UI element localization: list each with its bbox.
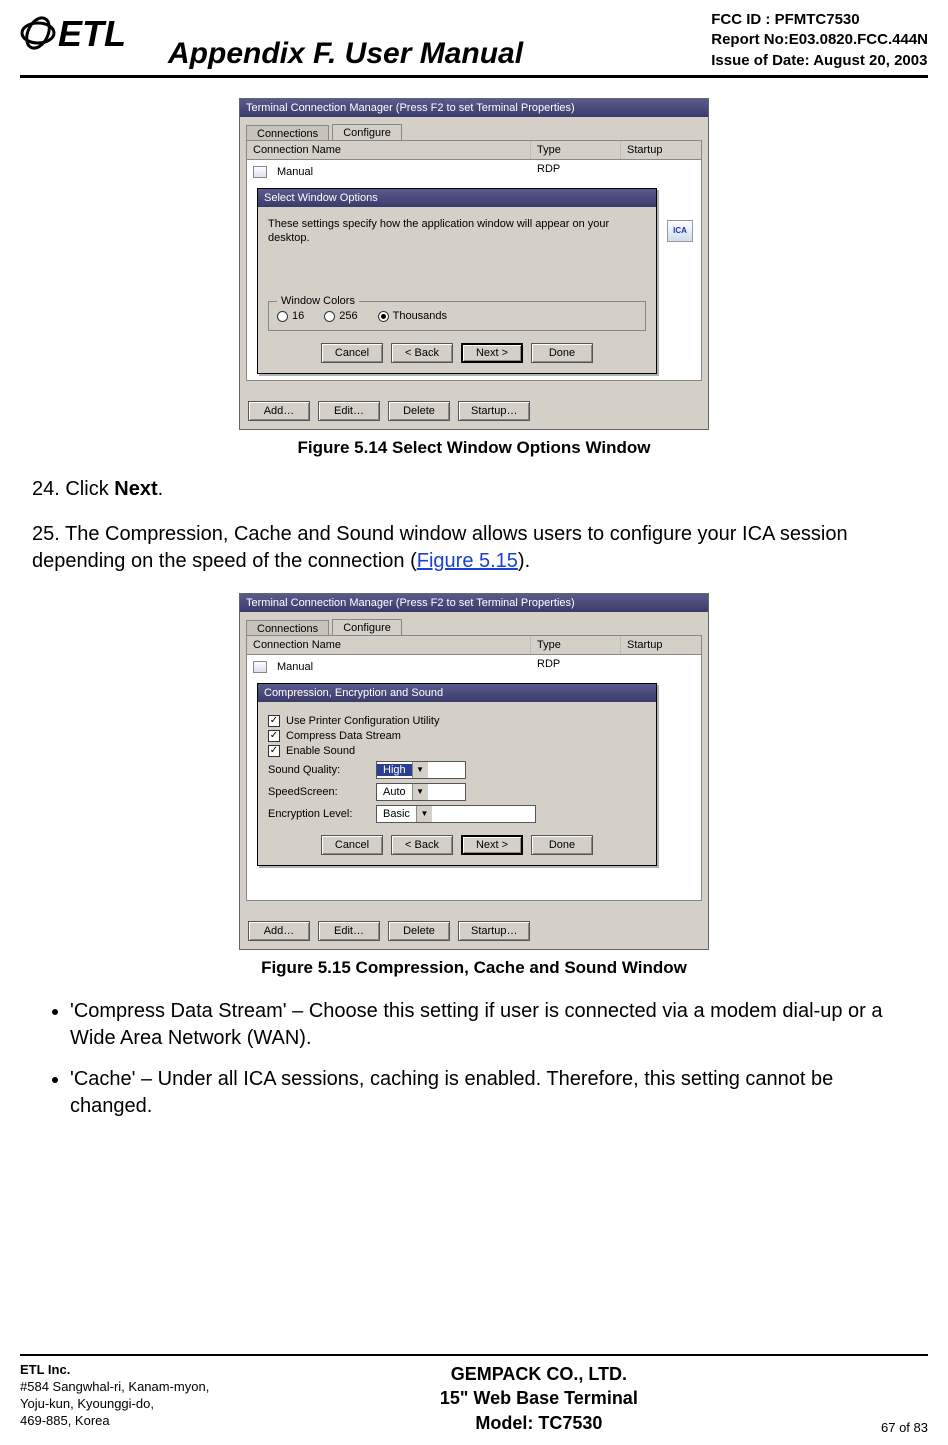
done-button[interactable]: Done [531,343,593,363]
page-footer: ETL Inc. #584 Sangwhal-ri, Kanam-myon, Y… [20,1354,928,1435]
group-title: Window Colors [277,295,359,307]
configure-panel: Connection Name Type Startup Manual RDP … [246,140,702,381]
next-button[interactable]: Next > [461,835,523,855]
terminal-conn-manager-window-2: Terminal Connection Manager (Press F2 to… [239,593,709,950]
list-header: Connection Name Type Startup [247,141,701,160]
cancel-button[interactable]: Cancel [321,835,383,855]
tab-strip: Connections Configure [240,117,708,140]
configure-panel: Connection Name Type Startup Manual RDP … [246,635,702,901]
delete-button[interactable]: Delete [388,921,450,941]
combo-speedscreen[interactable]: Auto▼ [376,783,466,801]
dialog-message: These settings specify how the applicati… [268,217,646,246]
col-startup: Startup [621,141,701,159]
page-number: 67 of 83 [733,1420,928,1435]
row-type: RDP [531,160,621,184]
col-type: Type [531,636,621,654]
row-name: Manual [271,658,319,676]
bullet-list: 'Compress Data Stream' – Choose this set… [50,998,898,1120]
tab-configure[interactable]: Configure [332,619,402,636]
chk-printer-util[interactable]: ✓Use Printer Configuration Utility [268,715,646,727]
chk-compress[interactable]: ✓Compress Data Stream [268,730,646,742]
header-meta: FCC ID : PFMTC7530 Report No:E03.0820.FC… [711,10,928,71]
col-type: Type [531,141,621,159]
back-button[interactable]: < Back [391,343,453,363]
dialog-titlebar: Compression, Encryption and Sound [258,684,656,702]
row-startup [621,160,701,184]
compression-dialog: Compression, Encryption and Sound ✓Use P… [257,683,657,866]
radio-256[interactable]: 256 [324,310,357,322]
document-icon [253,661,267,673]
list-item[interactable]: Manual RDP [247,160,701,184]
startup-button[interactable]: Startup… [458,921,530,941]
done-button[interactable]: Done [531,835,593,855]
document-icon [253,166,267,178]
label-sound-quality: Sound Quality: [268,764,368,776]
row-name: Manual [271,163,319,181]
label-encryption: Encryption Level: [268,808,368,820]
figure-caption: Figure 5.14 Select Window Options Window [20,438,928,458]
select-window-options-dialog: Select Window Options These settings spe… [257,188,657,375]
next-button[interactable]: Next > [461,343,523,363]
row-type: RDP [531,655,621,679]
ica-icon: ICA [667,220,693,242]
tab-strip: Connections Configure [240,612,708,635]
label-speedscreen: SpeedScreen: [268,786,368,798]
figure-caption: Figure 5.15 Compression, Cache and Sound… [20,958,928,978]
radio-16[interactable]: 16 [277,310,304,322]
col-connection-name: Connection Name [247,141,531,159]
step-25: 25. The Compression, Cache and Sound win… [32,521,916,575]
tab-configure[interactable]: Configure [332,124,402,141]
startup-button[interactable]: Startup… [458,401,530,421]
combo-sound-quality[interactable]: High▼ [376,761,466,779]
next-bold: Next [114,478,157,500]
edit-button[interactable]: Edit… [318,921,380,941]
add-button[interactable]: Add… [248,921,310,941]
radio-thousands[interactable]: Thousands [378,310,447,322]
footer-product: GEMPACK CO., LTD. 15" Web Base Terminal … [344,1362,733,1435]
edit-button[interactable]: Edit… [318,401,380,421]
chk-enable-sound[interactable]: ✓Enable Sound [268,745,646,757]
add-button[interactable]: Add… [248,401,310,421]
list-item[interactable]: Manual RDP [247,655,701,679]
chevron-down-icon: ▼ [412,762,428,778]
figure-5-14: Terminal Connection Manager (Press F2 to… [20,98,928,458]
issue-date: Issue of Date: August 20, 2003 [711,51,928,71]
svg-text:ETL: ETL [58,13,126,54]
connection-list: Manual RDP ICA Select Window Options The… [247,160,701,380]
fcc-id: FCC ID : PFMTC7530 [711,10,928,30]
chevron-down-icon: ▼ [416,806,432,822]
list-header: Connection Name Type Startup [247,636,701,655]
footer-address: ETL Inc. #584 Sangwhal-ri, Kanam-myon, Y… [20,1362,344,1430]
dialog-titlebar: Select Window Options [258,189,656,207]
footer-company: ETL Inc. [20,1362,344,1379]
window-colors-group: Window Colors 16 256 Thousands [268,301,646,331]
appendix-title: Appendix F. User Manual [168,37,711,71]
terminal-conn-manager-window: Terminal Connection Manager (Press F2 to… [239,98,709,430]
back-button[interactable]: < Back [391,835,453,855]
connection-list: Manual RDP Compression, Encryption and S… [247,655,701,900]
figure-5-15: Terminal Connection Manager (Press F2 to… [20,593,928,978]
window-titlebar: Terminal Connection Manager (Press F2 to… [240,99,708,117]
delete-button[interactable]: Delete [388,401,450,421]
col-startup: Startup [621,636,701,654]
row-startup [621,655,701,679]
report-no: Report No:E03.0820.FCC.444N [711,30,928,50]
bullet-cache: 'Cache' – Under all ICA sessions, cachin… [70,1066,898,1120]
step-24: 24. Click Next. [32,476,916,503]
cancel-button[interactable]: Cancel [321,343,383,363]
bullet-compress: 'Compress Data Stream' – Choose this set… [70,998,898,1052]
figure-5-15-link[interactable]: Figure 5.15 [417,550,518,572]
col-connection-name: Connection Name [247,636,531,654]
window-titlebar: Terminal Connection Manager (Press F2 to… [240,594,708,612]
etl-logo: ETL [20,10,150,55]
combo-encryption[interactable]: Basic▼ [376,805,536,823]
chevron-down-icon: ▼ [412,784,428,800]
page-header: ETL Appendix F. User Manual FCC ID : PFM… [20,10,928,78]
